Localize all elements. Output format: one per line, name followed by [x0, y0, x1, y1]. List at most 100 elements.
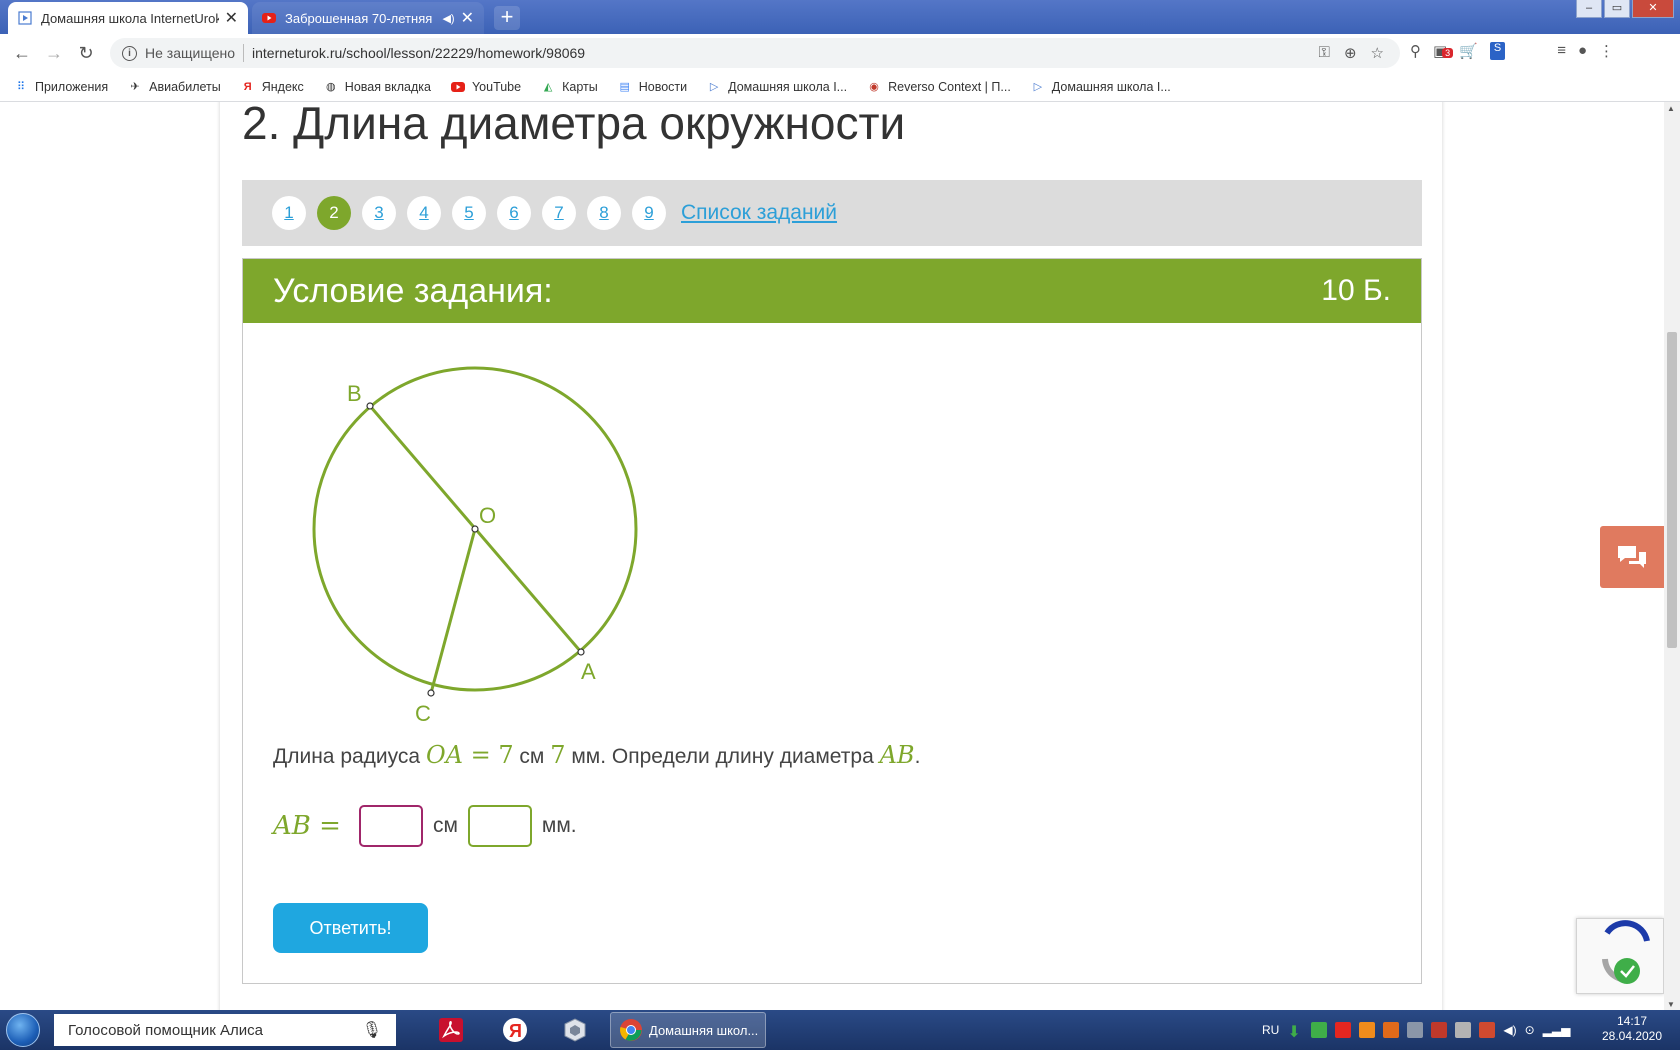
bookmark-school-2[interactable]: ▷ Домашняя школа I... — [1031, 80, 1171, 94]
start-button[interactable] — [0, 1010, 46, 1050]
acrobat-icon — [439, 1018, 463, 1042]
page-link-6[interactable]: 6 — [497, 196, 531, 230]
yandex-icon: Я — [243, 80, 252, 93]
skype-extension-icon[interactable]: S — [1489, 42, 1506, 60]
cart-icon[interactable]: 🛒 — [1459, 42, 1478, 60]
extension-badge-icon[interactable]: ▣ 3 — [1433, 42, 1454, 60]
close-tab-icon[interactable]: ✕ — [461, 8, 474, 28]
unit-cm-label: см — [432, 814, 458, 837]
point-b — [366, 402, 374, 410]
bookmark-avia[interactable]: ✈ Авиабилеты — [128, 80, 221, 94]
clock-time: 14:17 — [1616, 1014, 1648, 1028]
menu-dots-icon[interactable]: ⋮ — [1599, 42, 1614, 60]
search-extension-icon[interactable]: ⚲ — [1410, 42, 1421, 60]
language-indicator[interactable]: RU — [1262, 1023, 1279, 1037]
page-link-7[interactable]: 7 — [542, 196, 576, 230]
clock-date: 28.04.2020 — [1601, 1029, 1663, 1043]
play-icon: ▷ — [1033, 81, 1043, 93]
page-scrollbar[interactable]: ▲ ▼ — [1664, 102, 1680, 1014]
maximize-button[interactable]: ▭ — [1604, 0, 1630, 18]
recaptcha-badge[interactable] — [1576, 918, 1664, 994]
star-icon[interactable]: ☆ — [1371, 44, 1384, 62]
page-link-2-current[interactable]: 2 — [317, 196, 351, 230]
taskbar-yandex-browser[interactable]: Я — [486, 1013, 544, 1047]
media-icon[interactable]: ≡ — [1557, 42, 1566, 60]
bookmark-maps[interactable]: ◭ Карты — [541, 80, 598, 94]
close-window-button[interactable]: ✕ — [1632, 0, 1674, 18]
forward-arrow-icon[interactable]: → — [38, 43, 70, 64]
microphone-icon[interactable]: 🎙 — [362, 1020, 382, 1040]
recaptcha-shield-icon — [1602, 920, 1650, 984]
download-arrow-icon[interactable]: ⬇ — [1287, 1022, 1303, 1041]
speaker-icon[interactable]: ◀) — [442, 12, 454, 25]
badge-count: 3 — [1442, 48, 1454, 58]
plane-icon: ✈ — [130, 81, 140, 93]
bookmark-new-tab[interactable]: ◍ Новая вкладка — [324, 80, 431, 94]
back-arrow-icon[interactable]: ← — [6, 43, 38, 64]
math-ab: AB — [879, 741, 915, 769]
page-link-9[interactable]: 9 — [632, 196, 666, 230]
minimize-button[interactable]: ‒ — [1576, 0, 1602, 18]
apps-grid-icon: ⠿ — [16, 81, 26, 93]
bookmark-school-1[interactable]: ▷ Домашняя школа I... — [707, 80, 847, 94]
alice-search-box[interactable]: Голосовой помощник Алиса 🎙 — [54, 1014, 396, 1046]
url-text[interactable]: interneturok.ru/school/lesson/22229/home… — [252, 45, 585, 61]
scrollbar-thumb[interactable] — [1667, 332, 1677, 648]
bookmark-apps[interactable]: ⠿ Приложения — [14, 80, 108, 94]
answer-cm-input[interactable] — [358, 805, 423, 847]
speaker-icon[interactable]: ◀) — [1503, 1023, 1516, 1037]
bookmark-yandex[interactable]: Я Яндекс — [241, 80, 304, 94]
bookmark-reverso[interactable]: ◉ Reverso Context | П... — [867, 80, 1011, 94]
task-header: Условие задания: 10 Б. — [243, 259, 1421, 323]
tab-title: Заброшенная 70-летняя Пр — [285, 10, 437, 26]
scroll-down-icon[interactable]: ▼ — [1667, 1000, 1675, 1009]
media-tray-icon[interactable]: ⊙ — [1525, 1023, 1535, 1037]
submit-answer-button[interactable]: Ответить! — [273, 903, 428, 953]
page-link-8[interactable]: 8 — [587, 196, 621, 230]
taskbar-clock[interactable]: 14:17 28.04.2020 — [1600, 1014, 1664, 1044]
key-icon[interactable]: ⚿ — [1319, 44, 1330, 62]
profile-avatar-icon[interactable]: ● — [1578, 42, 1587, 60]
security-label[interactable]: Не защищено — [145, 45, 235, 61]
info-icon[interactable]: i — [122, 45, 137, 61]
new-tab-button[interactable]: + — [494, 6, 520, 30]
task-list-link[interactable]: Список заданий — [681, 201, 837, 225]
page-link-3[interactable]: 3 — [362, 196, 396, 230]
answer-lhs: AB = — [273, 811, 341, 841]
bookmark-news[interactable]: ▤ Новости — [618, 80, 688, 94]
flag-icon[interactable] — [1479, 1022, 1496, 1038]
browser-tab-bar: Домашняя школа InternetUrok.r ✕ Заброшен… — [0, 0, 1680, 34]
news-icon: ▤ — [619, 81, 630, 93]
yandex-browser-icon: Я — [503, 1018, 527, 1042]
settings-tray-icon[interactable] — [1407, 1022, 1424, 1038]
shield-check-icon[interactable] — [1311, 1022, 1328, 1038]
orange-app-icon[interactable] — [1383, 1022, 1400, 1038]
volume-muted-icon[interactable] — [1455, 1022, 1472, 1038]
yandex-tray-icon[interactable] — [1335, 1022, 1352, 1038]
page-link-5[interactable]: 5 — [452, 196, 486, 230]
answer-mm-input[interactable] — [467, 805, 532, 847]
close-tab-icon[interactable]: ✕ — [225, 8, 238, 28]
page-link-1[interactable]: 1 — [272, 196, 306, 230]
chat-widget-button[interactable] — [1600, 526, 1664, 588]
bookmark-youtube[interactable]: YouTube — [450, 80, 521, 94]
taskbar-app-cube[interactable] — [546, 1013, 604, 1047]
zoom-icon[interactable]: ⊕ — [1344, 44, 1357, 62]
taskbar-acrobat[interactable] — [422, 1013, 480, 1047]
flame-icon[interactable] — [1359, 1022, 1376, 1038]
scroll-up-icon[interactable]: ▲ — [1667, 104, 1675, 113]
math-oa: OA = — [425, 741, 499, 769]
red-arrow-icon[interactable] — [1431, 1022, 1448, 1038]
network-signal-icon[interactable]: ▂▃▅ — [1543, 1023, 1571, 1037]
windows-logo-icon — [6, 1013, 40, 1047]
address-bar[interactable]: i Не защищено interneturok.ru/school/les… — [110, 38, 1400, 68]
label-a: A — [581, 659, 596, 684]
taskbar-chrome-window[interactable]: Домашняя школ... — [610, 1012, 766, 1048]
tab-interneturok[interactable]: Домашняя школа InternetUrok.r ✕ — [8, 2, 248, 34]
math-7-cm: 7 — [498, 741, 514, 769]
reload-icon[interactable]: ↻ — [70, 43, 102, 64]
page-link-4[interactable]: 4 — [407, 196, 441, 230]
tab-youtube[interactable]: Заброшенная 70-летняя Пр ◀) ✕ — [252, 2, 484, 34]
lesson-title: 2. Длина диаметра окружности — [242, 102, 906, 149]
browser-toolbar: ← → ↻ i Не защищено interneturok.ru/scho… — [0, 34, 1680, 72]
